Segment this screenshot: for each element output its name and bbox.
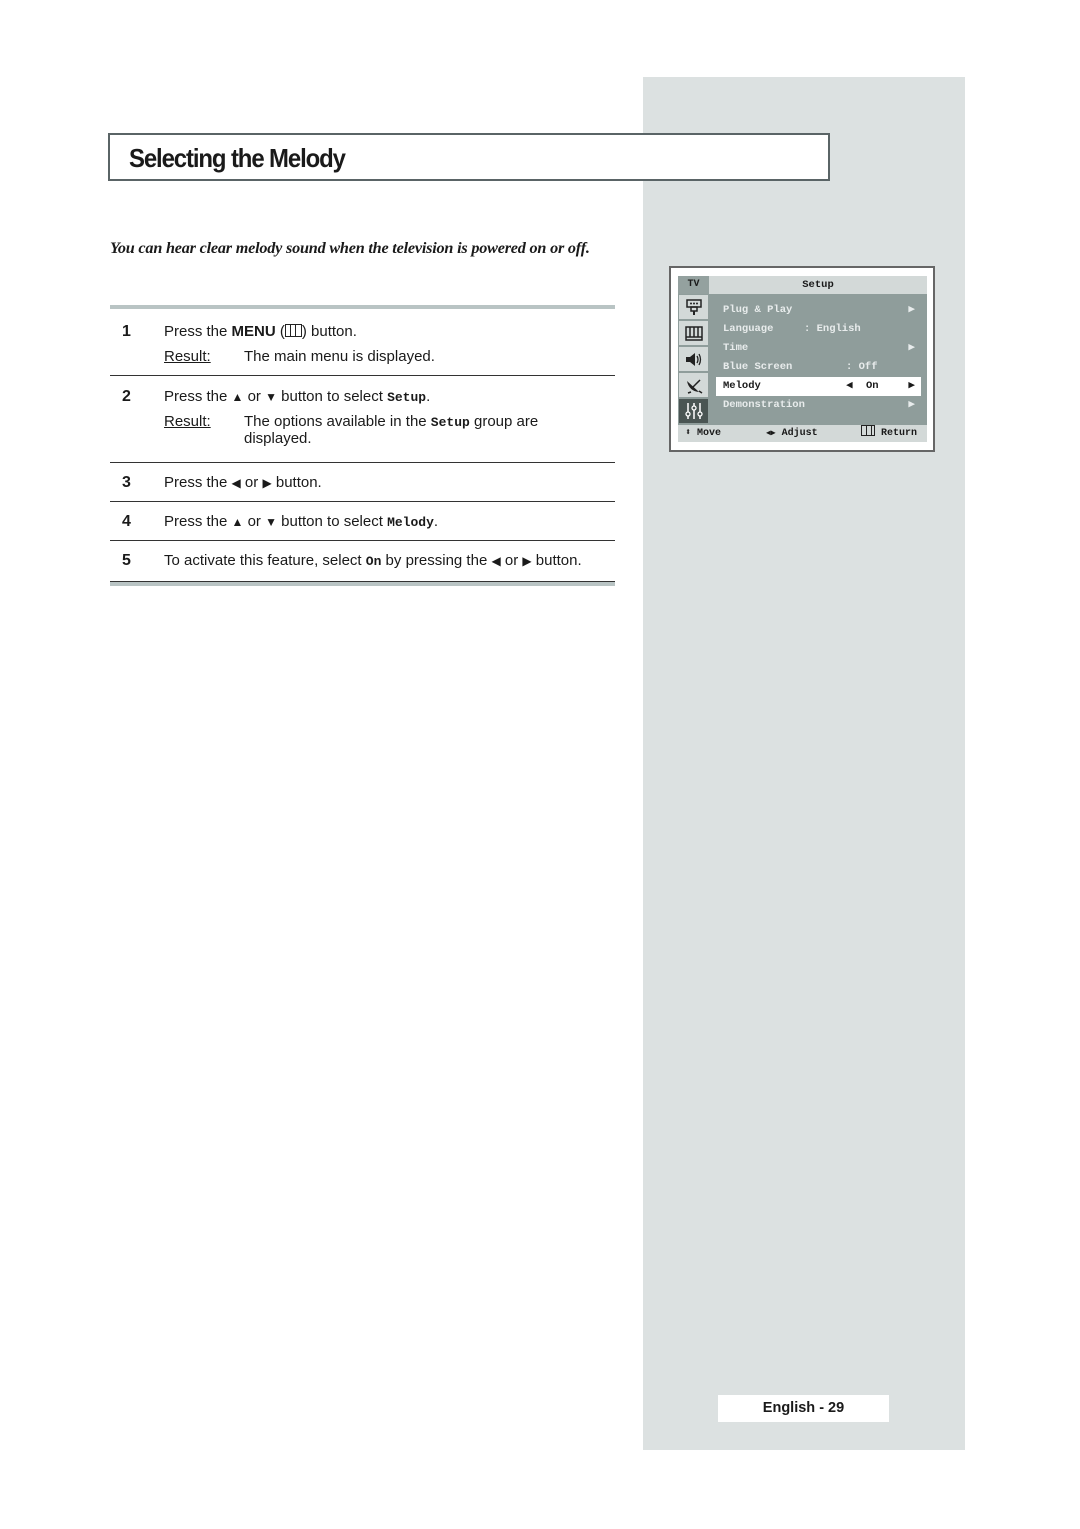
code-setup: Setup — [387, 390, 427, 405]
code-setup: Setup — [430, 415, 470, 430]
down-arrow-icon: ▼ — [265, 390, 277, 404]
osd-source-label: TV — [678, 276, 709, 294]
step-5: 5 To activate this feature, select On by… — [110, 541, 615, 582]
text: or — [500, 552, 523, 569]
osd-item-label: Demonstration — [723, 399, 805, 411]
title-box: Selecting the Melody — [108, 133, 830, 181]
up-arrow-icon: ▲ — [231, 515, 244, 529]
page-number-label: English - 29 — [718, 1395, 889, 1422]
text: Press the — [164, 323, 232, 340]
text: button. — [271, 474, 322, 491]
text: . — [426, 388, 431, 405]
text: Press the — [164, 388, 232, 405]
right-arrow-icon: ▶ — [908, 399, 915, 411]
left-arrow-icon: ◀ — [491, 554, 501, 568]
step-instruction: Press the MENU ( ) button. — [110, 323, 615, 340]
osd-move-hint: ⬍ Move — [685, 425, 721, 442]
osd-return-label: Return — [881, 428, 918, 439]
up-arrow-icon: ▲ — [231, 390, 244, 404]
step-instruction: To activate this feature, select On by p… — [110, 552, 615, 569]
left-arrow-icon: ◀ — [846, 380, 853, 392]
osd-item-value: : English — [804, 323, 861, 335]
osd-item-melody: Melody ◀ On ▶ — [716, 377, 921, 396]
text: by pressing the — [381, 552, 492, 569]
step-result: Result: The main menu is displayed. — [110, 348, 615, 365]
intro-text: You can hear clear melody sound when the… — [110, 239, 590, 257]
osd-item-label: Language — [723, 323, 774, 335]
setup-icon — [679, 399, 708, 425]
text: or — [243, 513, 266, 530]
text: . — [433, 513, 439, 530]
osd-title: Setup — [802, 279, 834, 291]
text: button to select — [277, 388, 388, 405]
steps-list: 1 Press the MENU () button. Result: The m… — [110, 305, 615, 586]
result-text: The options available in the Setup group… — [244, 413, 574, 447]
menu-icon — [861, 425, 875, 436]
result-label: Result: — [164, 413, 211, 430]
osd-item-value: On — [866, 380, 879, 392]
osd-item-demonstration: Demonstration ▶ — [716, 396, 921, 415]
text: or — [243, 388, 266, 405]
osd-item-plug-and-play: Plug & Play ▶ — [716, 301, 921, 320]
step-instruction: Press the ▲ or ▼ button to select Melody… — [110, 513, 615, 530]
osd-adjust-label: Adjust — [781, 428, 818, 439]
right-arrow-icon: ▶ — [908, 304, 915, 316]
picture-icon — [679, 321, 708, 347]
text: Press the — [164, 513, 232, 530]
channel-icon — [679, 373, 708, 399]
step-instruction: Press the ▲ or ▼ button to select Setup. — [110, 388, 615, 405]
left-arrow-icon: ◀ — [231, 476, 241, 490]
osd-item-language: Language : English — [716, 320, 921, 339]
osd-move-label: Move — [697, 428, 722, 439]
osd-adjust-hint: ◀▶ Adjust — [766, 425, 818, 442]
input-icon — [679, 295, 708, 321]
menu-icon — [284, 324, 302, 337]
text: Press the — [164, 474, 232, 491]
text: To activate this feature, select — [164, 552, 366, 569]
text: ( — [275, 323, 285, 340]
step-1: 1 Press the MENU () button. Result: The m… — [110, 309, 615, 376]
result-text: The main menu is displayed. — [244, 348, 435, 365]
osd-menu: TV Setup Plug & Play ▶ Language: Englis… — [678, 276, 927, 442]
osd-items: Plug & Play ▶ Language : English Time ▶ … — [716, 301, 921, 415]
result-label: Result: — [164, 348, 211, 365]
page-title: Selecting the Melody — [129, 143, 346, 173]
osd-item-label: Plug & Play — [723, 304, 793, 316]
osd-item-label: Melody — [723, 380, 761, 392]
osd-item-time: Time ▶ — [716, 339, 921, 358]
osd-return-hint: Return — [861, 425, 917, 442]
sound-icon — [679, 347, 708, 373]
step-instruction: Press the ◀ or ▶ button. — [110, 474, 615, 491]
updown-arrow-icon: ⬍ — [685, 428, 692, 439]
step-3: 3 Press the ◀ or ▶ button. — [110, 463, 615, 502]
osd-header: TV Setup — [678, 276, 927, 294]
osd-item-value: : Off — [846, 361, 878, 373]
leftright-arrow-icon: ◀▶ — [766, 429, 776, 438]
code-on: On — [365, 554, 382, 569]
step-4: 4 Press the ▲ or ▼ button to select Melo… — [110, 502, 615, 541]
osd-item-label: Time — [723, 342, 749, 354]
text: ) button. — [301, 323, 357, 340]
text: The options available in the — [244, 413, 431, 430]
menu-label: MENU — [231, 323, 276, 340]
osd-item-blue-screen: Blue Screen : Off — [716, 358, 921, 377]
osd-category-icons — [678, 294, 709, 426]
right-arrow-icon: ▶ — [522, 554, 532, 568]
steps-bottom-rule — [110, 582, 615, 586]
right-arrow-icon: ▶ — [262, 476, 272, 490]
right-arrow-icon: ▶ — [908, 380, 915, 392]
down-arrow-icon: ▼ — [265, 515, 277, 529]
text: or — [240, 474, 263, 491]
text: button to select — [277, 513, 388, 530]
step-2: 2 Press the ▲ or ▼ button to select Setu… — [110, 376, 615, 463]
text: button. — [531, 552, 582, 569]
osd-item-label: Blue Screen — [723, 361, 793, 373]
tv-osd-screenshot: TV Setup Plug & Play ▶ Language: Englis… — [669, 266, 935, 452]
code-melody: Melody — [387, 515, 434, 530]
osd-footer: ⬍ Move ◀▶ Adjust Return — [678, 425, 927, 442]
right-arrow-icon: ▶ — [908, 342, 915, 354]
step-result: Result: The options available in the Setu… — [110, 413, 615, 447]
